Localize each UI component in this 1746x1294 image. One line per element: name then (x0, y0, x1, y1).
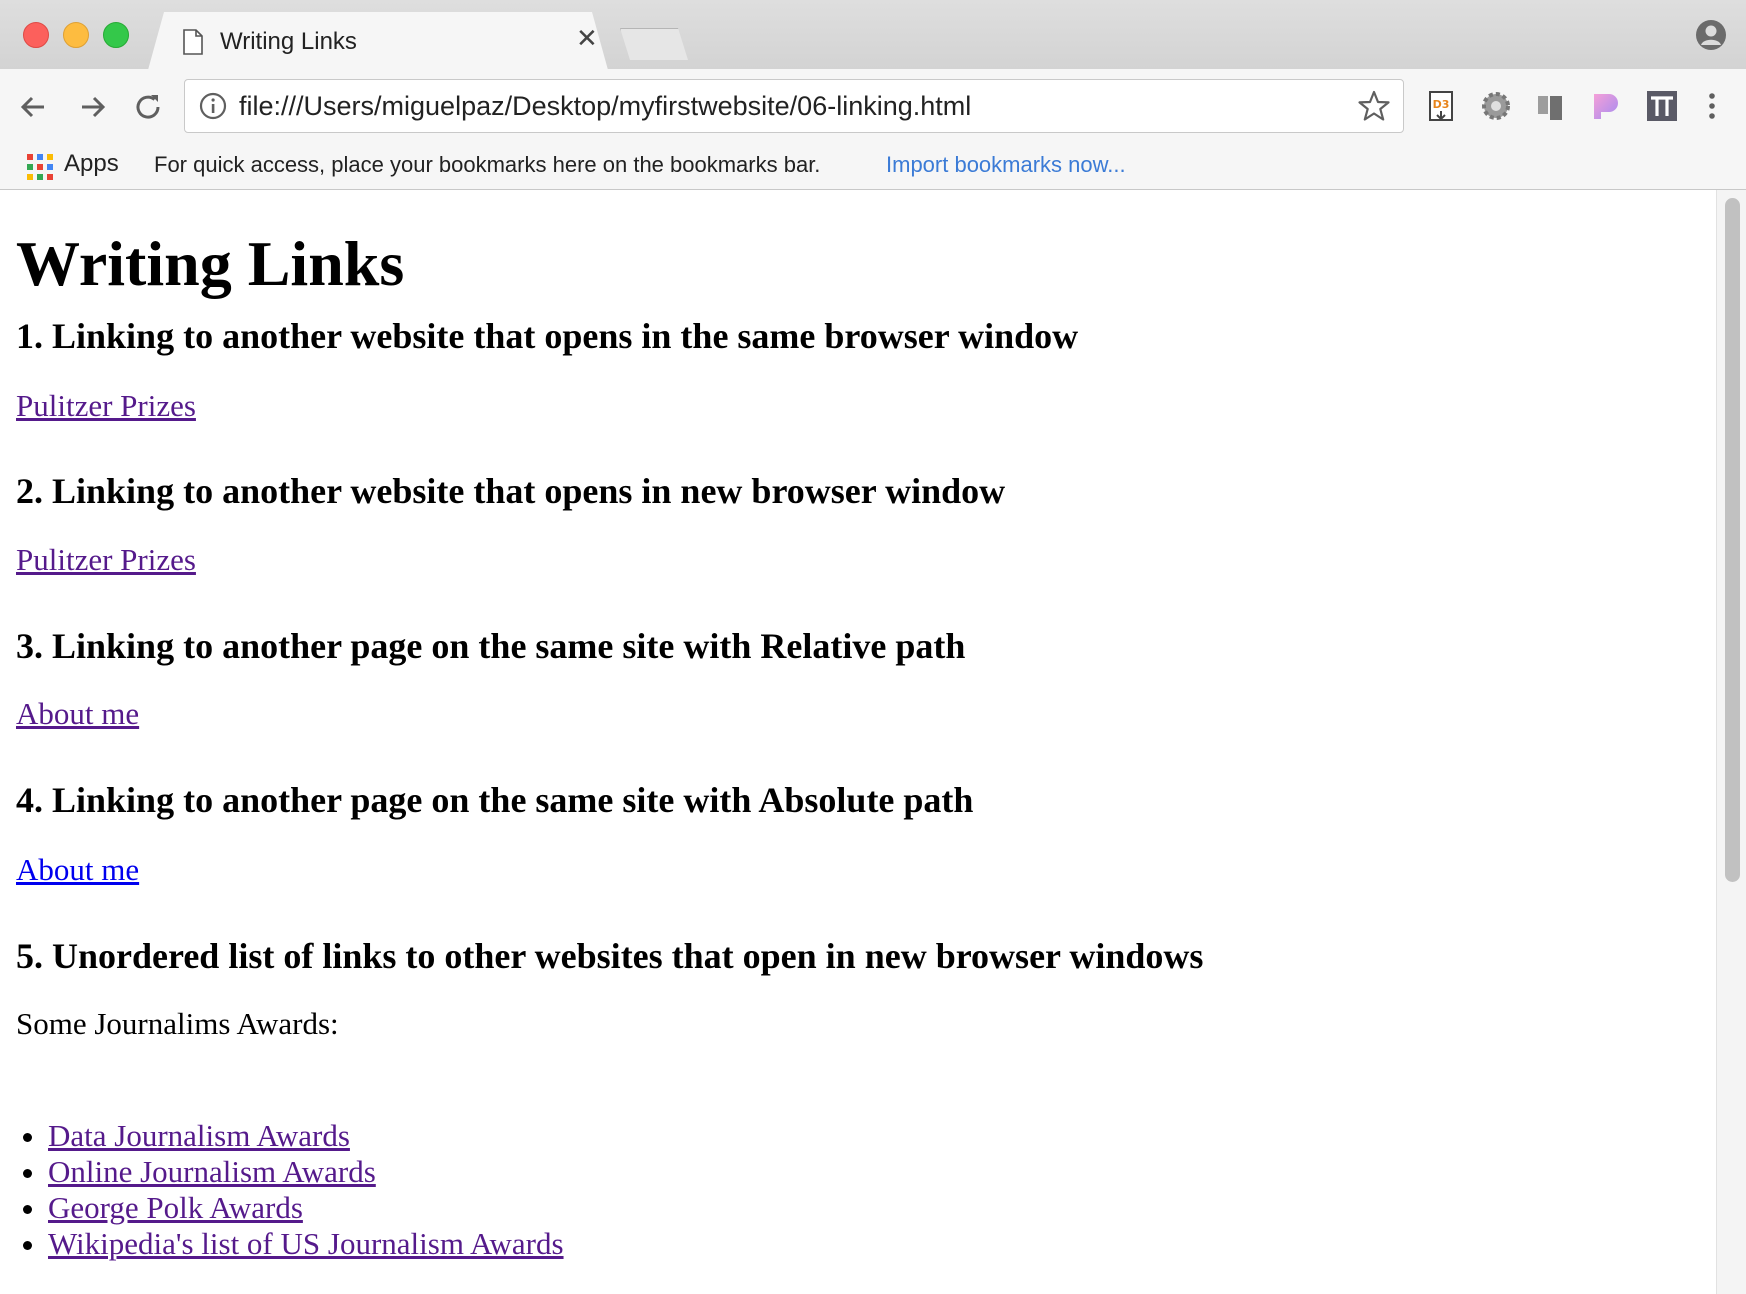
document-icon (183, 29, 203, 55)
back-arrow-icon (20, 96, 44, 118)
bookmarks-bar: Apps For quick access, place your bookma… (0, 144, 1746, 190)
bookmarks-hint: For quick access, place your bookmarks h… (154, 152, 821, 177)
new-tab-button[interactable] (620, 28, 688, 60)
section-heading-4: 4. Linking to another page on the same s… (16, 780, 974, 820)
awards-intro: Some Journalims Awards: (16, 1006, 339, 1041)
list-item: Wikipedia's list of US Journalism Awards (48, 1226, 564, 1262)
page-title: Writing Links (16, 228, 405, 299)
about-me-link-absolute[interactable]: About me (16, 854, 139, 885)
scrollbar-thumb[interactable] (1725, 198, 1740, 882)
forward-arrow-icon (82, 96, 106, 118)
close-tab-icon[interactable]: ✕ (576, 26, 598, 52)
tt-extension-icon[interactable] (1645, 89, 1679, 123)
section-heading-3: 3. Linking to another page on the same s… (16, 626, 966, 666)
list-item: George Polk Awards (48, 1190, 564, 1226)
reload-button[interactable] (130, 89, 166, 125)
pulitzer-prizes-link-new-window[interactable]: Pulitzer Prizes (16, 544, 196, 575)
about-me-link-relative[interactable]: About me (16, 698, 139, 729)
panels-extension-icon[interactable] (1534, 89, 1568, 123)
pink-extension-icon[interactable] (1589, 89, 1623, 123)
section-heading-5: 5. Unordered list of links to other webs… (16, 936, 1204, 976)
pulitzer-prizes-link-same-window[interactable]: Pulitzer Prizes (16, 390, 196, 421)
vertical-scrollbar[interactable] (1716, 190, 1746, 1294)
forward-button[interactable] (74, 89, 110, 125)
section-heading-2: 2. Linking to another website that opens… (16, 471, 1006, 511)
back-button[interactable] (16, 89, 52, 125)
profile-icon[interactable] (1695, 19, 1727, 51)
url-text[interactable]: file:///Users/miguelpaz/Desktop/myfirstw… (239, 91, 971, 122)
awards-list: Data Journalism Awards Online Journalism… (0, 1118, 564, 1262)
zoom-window-button[interactable] (103, 22, 129, 48)
list-item: Online Journalism Awards (48, 1154, 564, 1190)
section-heading-1: 1. Linking to another website that opens… (16, 316, 1079, 356)
gear-extension-icon[interactable] (1479, 89, 1513, 123)
info-icon[interactable] (199, 92, 227, 120)
star-icon[interactable] (1357, 89, 1391, 123)
close-window-button[interactable] (23, 22, 49, 48)
wikipedia-journalism-awards-link[interactable]: Wikipedia's list of US Journalism Awards (48, 1226, 564, 1261)
reload-icon (136, 95, 160, 119)
apps-shortcut[interactable]: Apps (64, 150, 119, 178)
tab-writing-links[interactable]: Writing Links ✕ (148, 12, 608, 70)
svg-text:D3: D3 (1433, 98, 1450, 111)
apps-grid-icon[interactable] (26, 153, 54, 181)
address-bar[interactable]: file:///Users/miguelpaz/Desktop/myfirstw… (184, 79, 1404, 133)
minimize-window-button[interactable] (63, 22, 89, 48)
list-item: Data Journalism Awards (48, 1118, 564, 1154)
george-polk-awards-link[interactable]: George Polk Awards (48, 1190, 303, 1225)
online-journalism-awards-link[interactable]: Online Journalism Awards (48, 1154, 376, 1189)
menu-dots-icon[interactable] (1700, 89, 1724, 123)
data-journalism-awards-link[interactable]: Data Journalism Awards (48, 1118, 350, 1153)
d3-extension-icon[interactable]: D3 (1424, 89, 1458, 123)
browser-toolbar: file:///Users/miguelpaz/Desktop/myfirstw… (0, 69, 1746, 144)
tab-title: Writing Links (220, 28, 357, 55)
page-viewport: Writing Links 1. Linking to another webs… (0, 190, 1716, 1294)
import-bookmarks-link[interactable]: Import bookmarks now... (886, 152, 1126, 178)
tab-strip: Writing Links ✕ (0, 0, 1746, 70)
